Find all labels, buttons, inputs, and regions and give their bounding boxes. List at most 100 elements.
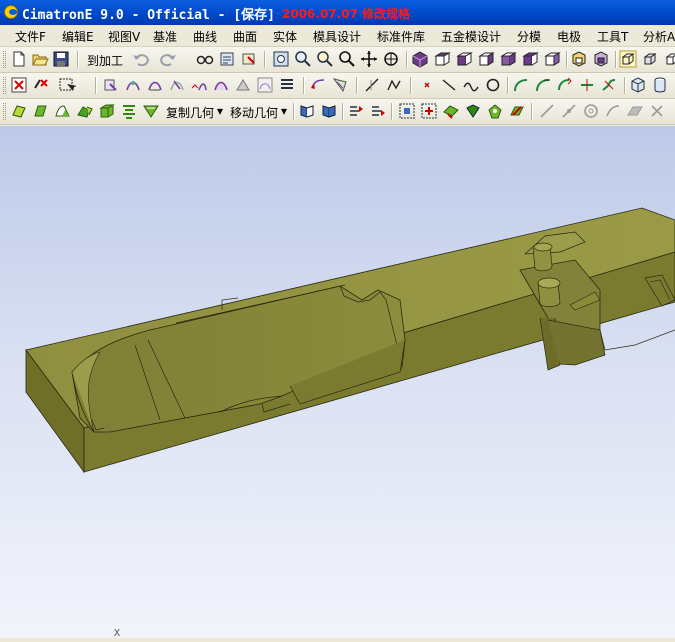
feature-tool-1-button[interactable]	[298, 102, 316, 120]
menu-die-design[interactable]: 五金模设计	[441, 28, 501, 45]
toolbar-grip[interactable]	[3, 51, 6, 68]
extrude-button[interactable]	[10, 102, 28, 120]
curve-edit-1-button[interactable]	[512, 76, 530, 94]
mold-part-model[interactable]	[25, 207, 675, 474]
rotate-button[interactable]	[382, 50, 400, 68]
sketch-trim-button[interactable]	[648, 102, 666, 120]
sweep-button[interactable]	[54, 102, 72, 120]
sketch-arc-button[interactable]	[604, 102, 622, 120]
analysis-3-button[interactable]	[442, 102, 460, 120]
circle-button[interactable]	[484, 76, 502, 94]
open-file-button[interactable]	[31, 50, 49, 68]
surface-tool-2-button[interactable]	[331, 76, 349, 94]
analysis-2-button[interactable]	[420, 102, 438, 120]
draft-button[interactable]	[120, 102, 138, 120]
menu-electrode[interactable]: 电极	[557, 28, 581, 45]
transform-2-button[interactable]	[369, 102, 387, 120]
menu-datum[interactable]: 基准	[153, 28, 177, 45]
curve-tool-1-button[interactable]	[102, 76, 120, 94]
solid-tool-1-button[interactable]	[629, 76, 647, 94]
point-button[interactable]	[418, 76, 436, 94]
view-top-button[interactable]	[433, 50, 451, 68]
delete-button[interactable]	[32, 76, 50, 94]
view-right-button[interactable]	[477, 50, 495, 68]
curve-tool-9-button[interactable]	[278, 76, 296, 94]
shell-button[interactable]	[142, 102, 160, 120]
analysis-4-button[interactable]	[464, 102, 482, 120]
zoom-window-button[interactable]	[294, 50, 312, 68]
loft-button[interactable]	[76, 102, 94, 120]
redo-button[interactable]	[160, 50, 178, 68]
curve-tool-5-button[interactable]	[190, 76, 208, 94]
analysis-6-button[interactable]	[508, 102, 526, 120]
curve-edit-5-button[interactable]	[600, 76, 618, 94]
shaded-button[interactable]	[641, 50, 659, 68]
move-geometry-arrow-icon[interactable]: ▾	[281, 104, 287, 118]
line-tool-1-button[interactable]	[363, 76, 381, 94]
save-button[interactable]	[52, 50, 70, 68]
menu-curve[interactable]: 曲线	[193, 28, 217, 45]
curve-tool-2-button[interactable]	[124, 76, 142, 94]
zoom-dynamic-button[interactable]	[316, 50, 334, 68]
curve-edit-4-button[interactable]	[578, 76, 596, 94]
curve-tool-4-button[interactable]	[168, 76, 186, 94]
render-show-button[interactable]	[592, 50, 610, 68]
curve-edit-2-button[interactable]	[534, 76, 552, 94]
analysis-5-button[interactable]	[486, 102, 504, 120]
graphics-viewport[interactable]	[0, 126, 675, 638]
solid-tool-2-button[interactable]	[651, 76, 669, 94]
sketch-tangent-button[interactable]	[560, 102, 578, 120]
zoom-all-button[interactable]	[272, 50, 290, 68]
view-glasses-button[interactable]	[196, 50, 214, 68]
select-button[interactable]	[240, 50, 258, 68]
undo-button[interactable]	[131, 50, 149, 68]
wireframe-button[interactable]	[619, 50, 637, 68]
view-back-button[interactable]	[543, 50, 561, 68]
surface-tool-1-button[interactable]	[309, 76, 327, 94]
menu-standard-parts[interactable]: 标准件库	[377, 28, 425, 45]
pan-button[interactable]	[360, 50, 378, 68]
view-bottom-button[interactable]	[521, 50, 539, 68]
menu-file[interactable]: 文件F	[15, 28, 46, 45]
curve-tool-7-button[interactable]	[234, 76, 252, 94]
revolve-button[interactable]	[32, 102, 50, 120]
toolbar-grip[interactable]	[3, 77, 6, 94]
sketch-plane-button[interactable]	[626, 102, 644, 120]
move-geometry-dropdown[interactable]: 移动几何	[230, 104, 278, 121]
zoom-button[interactable]	[338, 50, 356, 68]
curve-tool-6-button[interactable]	[212, 76, 230, 94]
menu-solid[interactable]: 实体	[273, 28, 297, 45]
view-left-button[interactable]	[499, 50, 517, 68]
new-file-button[interactable]	[10, 50, 28, 68]
menu-tools[interactable]: 工具T	[597, 28, 628, 45]
line-button[interactable]	[440, 76, 458, 94]
select-box-button[interactable]	[58, 76, 76, 94]
copy-geometry-arrow-icon[interactable]: ▾	[217, 104, 223, 118]
menu-analysis[interactable]: 分析A	[643, 28, 675, 45]
view-front-button[interactable]	[455, 50, 473, 68]
layer-manager-button[interactable]	[218, 50, 236, 68]
view-iso-button[interactable]	[411, 50, 429, 68]
render-hide-button[interactable]	[570, 50, 588, 68]
spline-button[interactable]	[462, 76, 480, 94]
curve-edit-3-button[interactable]	[556, 76, 574, 94]
to-machining-button[interactable]: 到加工	[87, 52, 123, 69]
sketch-circle-button[interactable]	[582, 102, 600, 120]
delete-entity-button[interactable]	[10, 76, 28, 94]
menu-parting[interactable]: 分模	[517, 28, 541, 45]
line-tool-2-button[interactable]	[385, 76, 403, 94]
sketch-line-button[interactable]	[538, 102, 556, 120]
menu-edit[interactable]: 编辑E	[62, 28, 94, 45]
feature-tool-2-button[interactable]	[320, 102, 338, 120]
toolbar-grip[interactable]	[3, 103, 6, 120]
copy-geometry-dropdown[interactable]: 复制几何	[166, 104, 214, 121]
curve-tool-8-button[interactable]	[256, 76, 274, 94]
menu-mold-design[interactable]: 模具设计	[313, 28, 361, 45]
menu-view[interactable]: 视图V	[108, 28, 140, 45]
curve-tool-3-button[interactable]	[146, 76, 164, 94]
analysis-1-button[interactable]	[398, 102, 416, 120]
transform-1-button[interactable]	[347, 102, 365, 120]
hidden-line-button[interactable]	[663, 50, 675, 68]
menu-surface[interactable]: 曲面	[233, 28, 257, 45]
box-button[interactable]	[98, 102, 116, 120]
